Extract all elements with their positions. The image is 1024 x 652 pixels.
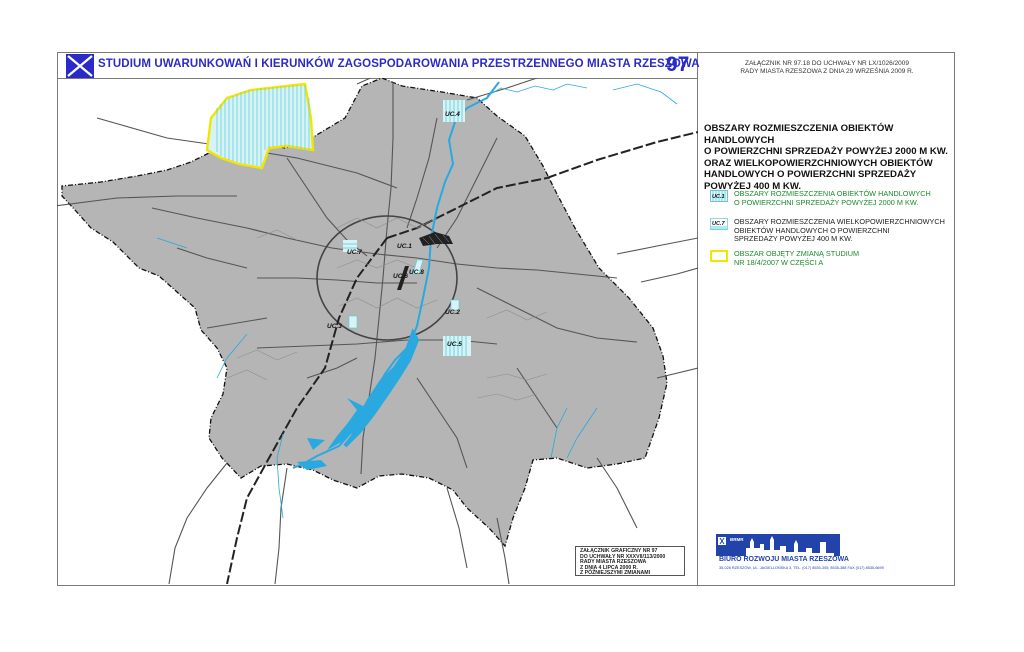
uc5-label: UC.5 bbox=[447, 341, 462, 348]
uc3-label: UC.3 bbox=[327, 323, 342, 330]
uc2-label: UC.2 bbox=[445, 309, 460, 316]
legend-heading-line-1: OBSZARY ROZMIESZCZENIA OBIEKTÓW HANDLOWY… bbox=[704, 123, 894, 146]
uc6-label: UC.6 bbox=[393, 273, 408, 280]
legend-item-1-line-2: O POWIERZCHNI SPRZEDAŻY POWYŻEJ 2000 M K… bbox=[734, 197, 919, 207]
legend-item-big-box-retail: UC.7 OBSZARY ROZMIESZCZENIA WIELKOPOWIER… bbox=[710, 217, 950, 248]
attachment-line-1: ZAŁĄCZNIK NR 97.18 DO UCHWAŁY NR LX/1026… bbox=[744, 60, 909, 67]
resolution-stamp: ZAŁĄCZNIK GRAFICZNY NR 97 DO UCHWAŁY NR … bbox=[575, 546, 685, 576]
uc8-label: UC.8 bbox=[409, 269, 424, 276]
legend-heading-line-2: O POWIERZCHNI SPRZEDAŻY POWYŻEJ 2000 M K… bbox=[704, 146, 948, 157]
legend-code-1: UC.1 bbox=[712, 194, 725, 200]
city-boundary bbox=[61, 78, 668, 548]
city-map: UC.4 UC.1 UC.7 UC.8 UC.6 UC.2 UC.3 UC.5 bbox=[57, 78, 698, 584]
attachment-line-2: RADY MIASTA RZESZOWA Z DNIA 29 WRZEŚNIA … bbox=[740, 68, 914, 75]
stamp-line-5: Z PÓŹNIEJSZYMI ZMIANAMI bbox=[580, 570, 651, 577]
legend-item-3-line-2: NR 18/4/2007 W CZĘŚCI A bbox=[734, 257, 824, 267]
bureau-logo-letters: BRMR bbox=[730, 537, 744, 542]
uc4-label: UC.4 bbox=[445, 111, 460, 118]
legend-item-large-retail: UC.1 OBSZARY ROZMIESZCZENIA OBIEKTÓW HAN… bbox=[710, 189, 950, 212]
attachment-note: ZAŁĄCZNIK NR 97.18 DO UCHWAŁY NR LX/1026… bbox=[708, 60, 946, 76]
bureau-name: BIURO ROZWOJU MIASTA RZESZOWA bbox=[719, 556, 849, 563]
cyan-hatch-swatch-icon: UC.1 bbox=[710, 190, 728, 202]
legend-item-2-line-3: SPRZEDAŻY POWYŻEJ 400 M KW. bbox=[734, 234, 853, 244]
cyan-stripe-swatch-icon: UC.7 bbox=[710, 218, 728, 230]
sheet-number: 97 bbox=[666, 53, 690, 76]
legend-heading: OBSZARY ROZMIESZCZENIA OBIEKTÓW HANDLOWY… bbox=[704, 123, 949, 192]
page-title: STUDIUM UWARUNKOWAŃ I KIERUNKÓW ZAGOSPOD… bbox=[98, 58, 700, 70]
legend-heading-line-3: ORAZ WIELKOPOWIERZCHNIOWYCH OBIEKTÓW bbox=[704, 157, 933, 169]
city-crest-icon bbox=[66, 54, 94, 78]
yellow-outline-swatch-icon bbox=[710, 250, 728, 262]
legend-heading-line-4: HANDLOWYCH O POWIERZCHNI SPRZEDAŻY bbox=[704, 169, 917, 180]
uc3-area bbox=[348, 315, 358, 329]
legend-item-change-area: OBSZAR OBJĘTY ZMIANĄ STUDIUM NR 18/4/200… bbox=[710, 249, 950, 270]
uc7-label: UC.7 bbox=[347, 249, 362, 256]
legend-code-2: UC.7 bbox=[712, 221, 725, 227]
uc1-label: UC.1 bbox=[397, 243, 412, 250]
bureau-address: 35-026 RZESZÓW, UL. JAGIELLOŃSKA 3, TEL.… bbox=[719, 566, 884, 570]
